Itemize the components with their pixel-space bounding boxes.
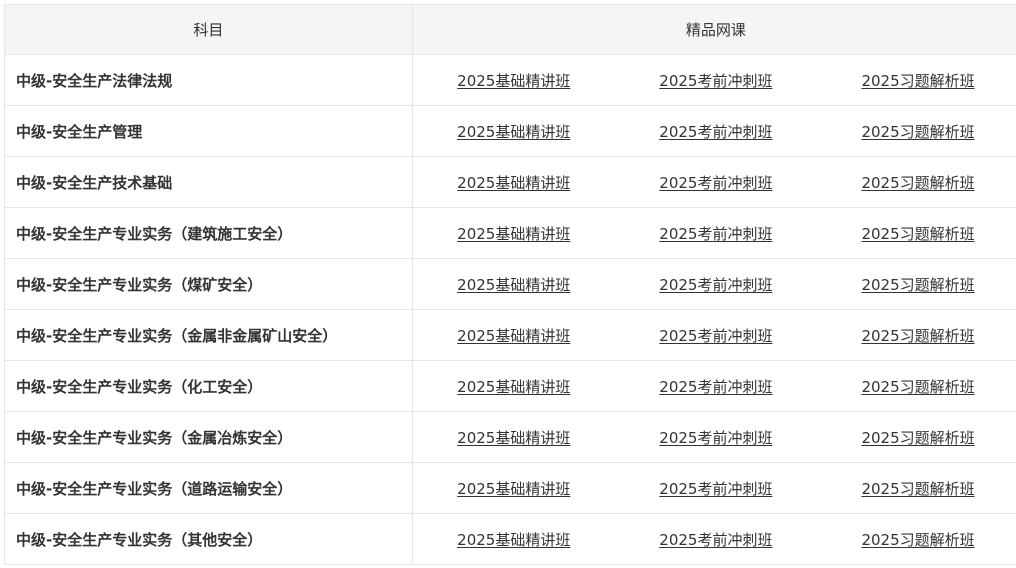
basic-course-link[interactable]: 2025基础精讲班: [457, 72, 570, 90]
course-link-cell: 2025考前冲刺班: [614, 513, 818, 565]
table-row: 中级-安全生产技术基础 2025基础精讲班 2025考前冲刺班 2025习题解析班: [4, 156, 1016, 208]
exercise-course-link[interactable]: 2025习题解析班: [861, 123, 974, 141]
table-row: 中级-安全生产专业实务（金属非金属矿山安全） 2025基础精讲班 2025考前冲刺班…: [4, 309, 1016, 361]
header-courses: 精品网课: [411, 4, 1016, 55]
subject-cell: 中级-安全生产管理: [4, 105, 413, 157]
sprint-course-link[interactable]: 2025考前冲刺班: [659, 174, 772, 192]
basic-course-link[interactable]: 2025基础精讲班: [457, 225, 570, 243]
course-link-cell: 2025习题解析班: [817, 309, 1016, 361]
table-row: 中级-安全生产管理 2025基础精讲班 2025考前冲刺班 2025习题解析班: [4, 105, 1016, 157]
course-link-cell: 2025习题解析班: [817, 360, 1016, 412]
course-link-cell: 2025习题解析班: [817, 462, 1016, 514]
basic-course-link[interactable]: 2025基础精讲班: [457, 531, 570, 549]
exercise-course-link[interactable]: 2025习题解析班: [861, 429, 974, 447]
exercise-course-link[interactable]: 2025习题解析班: [861, 327, 974, 345]
course-link-cell: 2025考前冲刺班: [614, 411, 818, 463]
course-link-cell: 2025基础精讲班: [411, 309, 615, 361]
table-row: 中级-安全生产专业实务（建筑施工安全） 2025基础精讲班 2025考前冲刺班 202…: [4, 207, 1016, 259]
course-link-cell: 2025基础精讲班: [411, 258, 615, 310]
table-row: 中级-安全生产专业实务（化工安全） 2025基础精讲班 2025考前冲刺班 2025习…: [4, 360, 1016, 412]
sprint-course-link[interactable]: 2025考前冲刺班: [659, 327, 772, 345]
course-link-cell: 2025习题解析班: [817, 411, 1016, 463]
course-table: 科目 精品网课 中级-安全生产法律法规 2025基础精讲班 2025考前冲刺班 202…: [4, 4, 1016, 565]
basic-course-link[interactable]: 2025基础精讲班: [457, 480, 570, 498]
course-link-cell: 2025考前冲刺班: [614, 360, 818, 412]
exercise-course-link[interactable]: 2025习题解析班: [861, 378, 974, 396]
table-body: 中级-安全生产法律法规 2025基础精讲班 2025考前冲刺班 2025习题解析班 中级…: [4, 54, 1016, 565]
basic-course-link[interactable]: 2025基础精讲班: [457, 378, 570, 396]
subject-cell: 中级-安全生产专业实务（金属非金属矿山安全）: [4, 309, 413, 361]
course-link-cell: 2025习题解析班: [817, 513, 1016, 565]
exercise-course-link[interactable]: 2025习题解析班: [861, 72, 974, 90]
table-row: 中级-安全生产专业实务（金属冶炼安全） 2025基础精讲班 2025考前冲刺班 202…: [4, 411, 1016, 463]
course-link-cell: 2025考前冲刺班: [614, 462, 818, 514]
exercise-course-link[interactable]: 2025习题解析班: [861, 225, 974, 243]
header-subject: 科目: [4, 4, 413, 55]
exercise-course-link[interactable]: 2025习题解析班: [861, 531, 974, 549]
table-row: 中级-安全生产专业实务（煤矿安全） 2025基础精讲班 2025考前冲刺班 2025习…: [4, 258, 1016, 310]
table-header-row: 科目 精品网课: [4, 4, 1016, 55]
basic-course-link[interactable]: 2025基础精讲班: [457, 174, 570, 192]
basic-course-link[interactable]: 2025基础精讲班: [457, 327, 570, 345]
course-link-cell: 2025习题解析班: [817, 54, 1016, 106]
exercise-course-link[interactable]: 2025习题解析班: [861, 174, 974, 192]
course-link-cell: 2025基础精讲班: [411, 360, 615, 412]
course-link-cell: 2025基础精讲班: [411, 207, 615, 259]
sprint-course-link[interactable]: 2025考前冲刺班: [659, 480, 772, 498]
course-link-cell: 2025考前冲刺班: [614, 309, 818, 361]
course-link-cell: 2025基础精讲班: [411, 462, 615, 514]
subject-cell: 中级-安全生产技术基础: [4, 156, 413, 208]
sprint-course-link[interactable]: 2025考前冲刺班: [659, 276, 772, 294]
subject-cell: 中级-安全生产专业实务（道路运输安全）: [4, 462, 413, 514]
table-row: 中级-安全生产专业实务（道路运输安全） 2025基础精讲班 2025考前冲刺班 202…: [4, 462, 1016, 514]
course-link-cell: 2025基础精讲班: [411, 411, 615, 463]
sprint-course-link[interactable]: 2025考前冲刺班: [659, 378, 772, 396]
course-link-cell: 2025考前冲刺班: [614, 54, 818, 106]
basic-course-link[interactable]: 2025基础精讲班: [457, 276, 570, 294]
subject-cell: 中级-安全生产专业实务（煤矿安全）: [4, 258, 413, 310]
subject-cell: 中级-安全生产专业实务（化工安全）: [4, 360, 413, 412]
course-link-cell: 2025基础精讲班: [411, 54, 615, 106]
course-link-cell: 2025考前冲刺班: [614, 156, 818, 208]
course-table-container: 科目 精品网课 中级-安全生产法律法规 2025基础精讲班 2025考前冲刺班 202…: [4, 4, 1016, 565]
sprint-course-link[interactable]: 2025考前冲刺班: [659, 225, 772, 243]
table-row: 中级-安全生产专业实务（其他安全） 2025基础精讲班 2025考前冲刺班 2025习…: [4, 513, 1016, 565]
course-link-cell: 2025习题解析班: [817, 156, 1016, 208]
basic-course-link[interactable]: 2025基础精讲班: [457, 123, 570, 141]
course-link-cell: 2025考前冲刺班: [614, 105, 818, 157]
sprint-course-link[interactable]: 2025考前冲刺班: [659, 531, 772, 549]
basic-course-link[interactable]: 2025基础精讲班: [457, 429, 570, 447]
course-link-cell: 2025习题解析班: [817, 207, 1016, 259]
sprint-course-link[interactable]: 2025考前冲刺班: [659, 123, 772, 141]
course-link-cell: 2025基础精讲班: [411, 513, 615, 565]
course-link-cell: 2025基础精讲班: [411, 105, 615, 157]
course-link-cell: 2025基础精讲班: [411, 156, 615, 208]
course-link-cell: 2025习题解析班: [817, 105, 1016, 157]
course-link-cell: 2025考前冲刺班: [614, 258, 818, 310]
table-row: 中级-安全生产法律法规 2025基础精讲班 2025考前冲刺班 2025习题解析班: [4, 54, 1016, 106]
sprint-course-link[interactable]: 2025考前冲刺班: [659, 429, 772, 447]
subject-cell: 中级-安全生产专业实务（其他安全）: [4, 513, 413, 565]
subject-cell: 中级-安全生产专业实务（建筑施工安全）: [4, 207, 413, 259]
subject-cell: 中级-安全生产法律法规: [4, 54, 413, 106]
exercise-course-link[interactable]: 2025习题解析班: [861, 480, 974, 498]
exercise-course-link[interactable]: 2025习题解析班: [861, 276, 974, 294]
course-link-cell: 2025习题解析班: [817, 258, 1016, 310]
sprint-course-link[interactable]: 2025考前冲刺班: [659, 72, 772, 90]
course-link-cell: 2025考前冲刺班: [614, 207, 818, 259]
subject-cell: 中级-安全生产专业实务（金属冶炼安全）: [4, 411, 413, 463]
